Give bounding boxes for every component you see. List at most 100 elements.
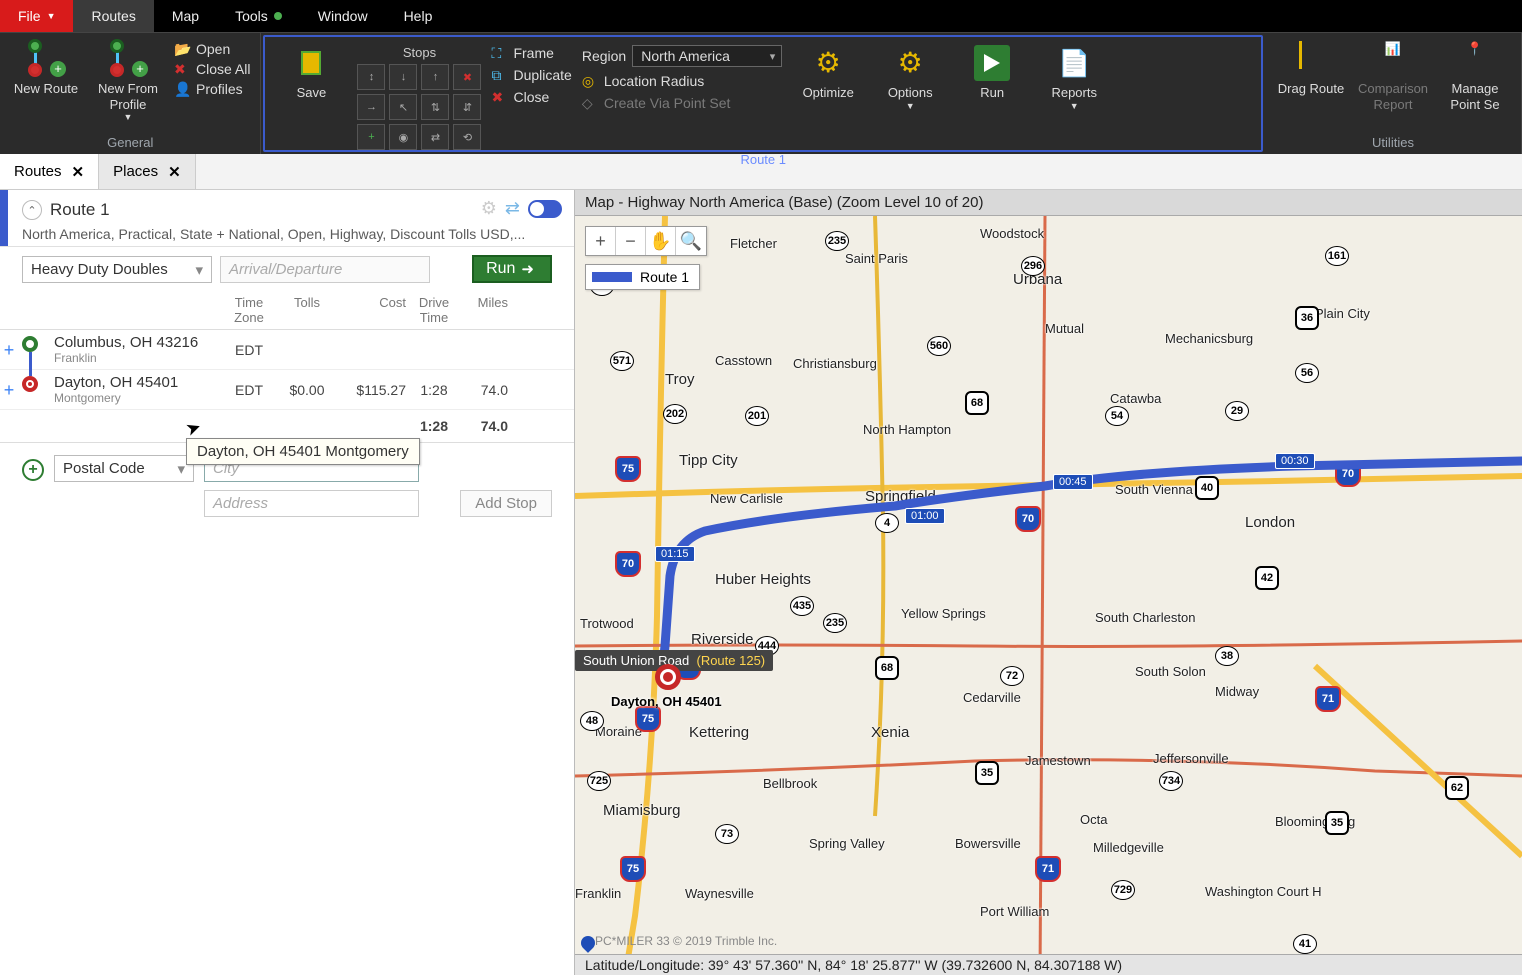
close-all-button[interactable]: ✖Close All [174,61,250,77]
shield-i70: 70 [1015,506,1041,532]
settings-icon[interactable]: ⚙ [481,198,497,219]
menu-routes[interactable]: Routes [73,0,153,32]
map-panel: Map - Highway North America (Base) (Zoom… [575,190,1522,975]
menu-tools[interactable]: Tools [217,0,300,32]
map-city-label: Washington Court H [1205,884,1322,899]
stop-tool-5[interactable]: → [357,94,385,120]
map-city-label: South Vienna [1115,482,1193,497]
shield-state: 296 [1021,256,1045,276]
stop-tool-8[interactable]: ⇵ [453,94,481,120]
shield-state: 235 [825,231,849,251]
optimize-button[interactable]: Optimize [792,41,864,101]
stop-tool-4[interactable]: ✖ [453,64,481,90]
map-city-label: Midway [1215,684,1259,699]
time-badge: 00:45 [1053,474,1093,490]
add-stop-button[interactable]: Add Stop [460,490,552,517]
map-city-label: Saint Paris [845,251,908,266]
map-city-label: Franklin [575,886,621,901]
stop-tool-1[interactable]: ↕ [357,64,385,90]
manage-point-sets-button[interactable]: 📍Manage Point Se [1439,37,1511,112]
new-route-button[interactable]: + New Route [10,37,82,97]
pan-button[interactable]: ✋ [646,227,676,255]
stop-tool-6[interactable]: ↖ [389,94,417,120]
open-button[interactable]: 📂Open [174,41,250,57]
collapse-button[interactable]: ⌃ [22,200,42,220]
map-city-label: Kettering [689,724,749,741]
stop-tool-7[interactable]: ⇅ [421,94,449,120]
shield-us36: 36 [1295,306,1319,330]
close-button[interactable]: ✖Close [491,89,571,105]
region-select[interactable]: North America [632,45,782,67]
vehicle-select[interactable]: Heavy Duty Doubles [22,256,212,283]
stop-tool-11[interactable]: ⇄ [421,124,449,150]
map-city-label: Tipp City [679,452,738,469]
add-stop-plus-button[interactable]: + [22,459,44,481]
new-from-profile-button[interactable]: + New From Profile▼ [92,37,164,123]
menu-window[interactable]: Window [300,0,386,32]
shield-state: 73 [715,824,739,844]
menu-file[interactable]: File▼ [0,0,73,32]
shield-state: 4 [875,513,899,533]
shield-i71: 71 [1035,856,1061,882]
stop-tool-2[interactable]: ↓ [389,64,417,90]
stop-tool-9[interactable]: + [357,124,385,150]
stop-tool-12[interactable]: ⟲ [453,124,481,150]
via-icon: ◇ [582,95,598,111]
map-legend[interactable]: Route 1 [585,264,700,290]
gear-icon [810,45,846,81]
close-icon[interactable]: ✕ [72,163,85,181]
shield-us35: 35 [975,761,999,785]
shield-i75: 75 [615,456,641,482]
comparison-report-button: 📊Comparison Report [1357,37,1429,112]
zoom-extents-button[interactable]: 🔍 [676,227,706,255]
map-city-label: Casstown [715,353,772,368]
tab-routes[interactable]: Routes✕ [0,154,99,189]
location-radius-button[interactable]: ◎Location Radius [582,73,782,89]
route-visibility-toggle[interactable] [528,200,562,218]
map-city-label: Plain City [1315,306,1370,321]
map-city-label: Port William [980,904,1049,919]
map-city-label: Jamestown [1025,753,1091,768]
map-title: Map - Highway North America (Base) (Zoom… [575,190,1522,216]
insert-stop-button[interactable]: + [0,380,18,401]
zoom-in-button[interactable]: + [586,227,616,255]
shield-state: 56 [1295,363,1319,383]
shield-i70: 70 [1335,461,1361,487]
drag-icon [1293,41,1329,77]
shield-state: 560 [927,336,951,356]
lookup-mode-select[interactable]: Postal Code [54,455,194,482]
arrival-departure-input[interactable]: Arrival/Departure [220,256,430,283]
reports-button[interactable]: Reports▼ [1038,41,1110,111]
run-button[interactable]: Run [956,41,1028,101]
stop-row[interactable]: + Dayton, OH 45401Montgomery EDT $0.00 $… [0,370,574,410]
map-city-label: Riverside [691,631,754,648]
menu-map[interactable]: Map [154,0,217,32]
shield-state: 54 [1105,406,1129,426]
frame-button[interactable]: ⛶Frame [491,45,571,61]
drag-route-button[interactable]: Drag Route [1275,37,1347,97]
zoom-out-button[interactable]: − [616,227,646,255]
stop-tool-10[interactable]: ◉ [389,124,417,150]
map-city-label: Bellbrook [763,776,817,791]
time-badge: 01:00 [905,508,945,524]
stop-row[interactable]: + Columbus, OH 43216Franklin EDT [0,330,574,370]
insert-stop-button[interactable]: + [0,340,18,361]
stops-label: Stops [403,45,436,60]
menu-bar: File▼ Routes Map Tools Window Help [0,0,1522,32]
profiles-button[interactable]: 👤Profiles [174,81,250,97]
stop-tool-3[interactable]: ↑ [421,64,449,90]
menu-help[interactable]: Help [386,0,451,32]
swap-icon[interactable]: ⇄ [505,198,520,219]
route-panel: ⌃ Route 1 ⚙ ⇄ North America, Practical, … [0,190,575,975]
shield-us40: 40 [1195,476,1219,500]
close-icon[interactable]: ✕ [168,163,181,181]
options-button[interactable]: Options▼ [874,41,946,111]
save-button[interactable]: Save [275,41,347,101]
address-input[interactable]: Address [204,490,419,517]
comparison-icon: 📊 [1375,41,1411,77]
tab-places[interactable]: Places✕ [99,154,196,189]
duplicate-button[interactable]: ⧉Duplicate [491,67,571,83]
map-canvas[interactable]: + − ✋ 🔍 Route 1 00:30 00:45 01:00 01:15 … [575,216,1522,954]
panel-run-button[interactable]: Run [472,255,552,283]
stop-tooltip: Dayton, OH 45401 Montgomery [186,438,420,465]
